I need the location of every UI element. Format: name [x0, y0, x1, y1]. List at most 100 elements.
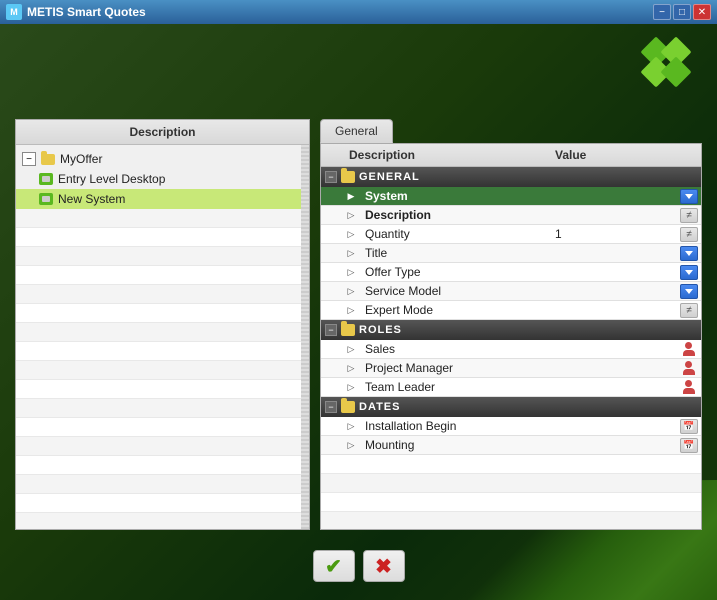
- prop-row-sales[interactable]: ▷ Sales: [321, 340, 701, 359]
- maximize-button[interactable]: □: [673, 4, 691, 20]
- empty-row: [16, 228, 301, 247]
- chevron-icon-system: ▶: [341, 191, 361, 202]
- date-button-installation[interactable]: 📅: [680, 419, 698, 434]
- cancel-button[interactable]: ✖: [363, 550, 405, 582]
- chevron-icon-sales: ▷: [341, 344, 361, 355]
- section-dates: − DATES: [321, 397, 701, 417]
- section-collapse-dates[interactable]: −: [325, 401, 337, 413]
- neq-button-description[interactable]: ≠: [680, 208, 698, 223]
- dropdown-arrow-icon: [685, 194, 693, 199]
- neq-button-quantity[interactable]: ≠: [680, 227, 698, 242]
- prop-row-description[interactable]: ▷ Description ≠: [321, 206, 701, 225]
- dropdown-button-title[interactable]: [680, 246, 698, 261]
- prop-name-offer-type: Offer Type: [361, 265, 547, 279]
- person-icon-tl: [682, 380, 696, 394]
- prop-row-installation-begin[interactable]: ▷ Installation Begin 📅: [321, 417, 701, 436]
- left-panel-header: Description: [16, 120, 309, 145]
- prop-header-row: Description Value: [321, 144, 701, 167]
- prop-action-quantity[interactable]: ≠: [677, 227, 701, 242]
- title-bar: M METIS Smart Quotes − □ ✕: [0, 0, 717, 24]
- right-content: Description Value − GENERAL ▶ System: [320, 143, 702, 530]
- date-button-mounting[interactable]: 📅: [680, 438, 698, 453]
- person-button-project-manager[interactable]: [680, 361, 698, 376]
- app-icon: M: [6, 4, 22, 20]
- empty-row: [321, 474, 701, 493]
- prop-name-quantity: Quantity: [361, 227, 547, 241]
- prop-name-mounting: Mounting: [361, 438, 547, 452]
- empty-row: [16, 513, 301, 529]
- prop-action-sales[interactable]: [677, 342, 701, 357]
- prop-row-quantity[interactable]: ▷ Quantity 1 ≠: [321, 225, 701, 244]
- prop-action-project-manager[interactable]: [677, 361, 701, 376]
- section-collapse-general[interactable]: −: [325, 171, 337, 183]
- tree-item-new-system[interactable]: New System: [16, 189, 301, 209]
- prop-action-service-model[interactable]: [677, 284, 701, 299]
- section-label-dates: DATES: [359, 401, 400, 413]
- app-title: METIS Smart Quotes: [27, 5, 648, 19]
- prop-action-offer-type[interactable]: [677, 265, 701, 280]
- prop-action-installation-begin[interactable]: 📅: [677, 419, 701, 434]
- prop-row-service-model[interactable]: ▷ Service Model: [321, 282, 701, 301]
- dropdown-arrow-icon: [685, 251, 693, 256]
- panel-resize-handle[interactable]: [301, 145, 309, 529]
- prop-row-team-leader[interactable]: ▷ Team Leader: [321, 378, 701, 397]
- tree-item-myoffer[interactable]: − MyOffer: [16, 149, 301, 169]
- prop-name-installation-begin: Installation Begin: [361, 419, 547, 433]
- main-background: Description − MyOffer: [0, 24, 717, 600]
- prop-name-description: Description: [361, 208, 547, 222]
- prop-row-expert-mode[interactable]: ▷ Expert Mode ≠: [321, 301, 701, 320]
- confirm-button[interactable]: ✔: [313, 550, 355, 582]
- prop-name-team-leader: Team Leader: [361, 380, 547, 394]
- folder-icon-myoffer: [40, 152, 56, 166]
- tree-label-myoffer: MyOffer: [60, 152, 102, 166]
- empty-row: [321, 512, 701, 530]
- prop-action-description[interactable]: ≠: [677, 208, 701, 223]
- prop-name-system: System: [361, 189, 547, 203]
- prop-row-title[interactable]: ▷ Title: [321, 244, 701, 263]
- dropdown-button-service-model[interactable]: [680, 284, 698, 299]
- empty-row: [16, 209, 301, 228]
- chevron-icon-expert-mode: ▷: [341, 305, 361, 316]
- dropdown-arrow-icon: [685, 270, 693, 275]
- prop-row-project-manager[interactable]: ▷ Project Manager: [321, 359, 701, 378]
- empty-row: [16, 342, 301, 361]
- chevron-icon-offer-type: ▷: [341, 267, 361, 278]
- dropdown-button-offer-type[interactable]: [680, 265, 698, 280]
- person-icon-pm: [682, 361, 696, 375]
- dropdown-button-system[interactable]: [680, 189, 698, 204]
- section-folder-icon-roles: [341, 324, 355, 336]
- chevron-icon-installation: ▷: [341, 421, 361, 432]
- bottom-bar: ✔ ✖: [0, 550, 717, 582]
- col-header-action: [677, 144, 701, 166]
- check-icon: ✔: [325, 554, 342, 579]
- prop-row-offer-type[interactable]: ▷ Offer Type: [321, 263, 701, 282]
- chevron-icon-quantity: ▷: [341, 229, 361, 240]
- section-general: − GENERAL: [321, 167, 701, 187]
- col-header-value: Value: [547, 144, 677, 166]
- prop-action-expert-mode[interactable]: ≠: [677, 303, 701, 318]
- logo-leaf-br: [660, 56, 691, 87]
- prop-action-team-leader[interactable]: [677, 380, 701, 395]
- left-panel: Description − MyOffer: [15, 119, 310, 530]
- prop-row-system[interactable]: ▶ System: [321, 187, 701, 206]
- empty-row: [16, 456, 301, 475]
- person-button-sales[interactable]: [680, 342, 698, 357]
- prop-action-title[interactable]: [677, 246, 701, 261]
- person-icon-sales: [682, 342, 696, 356]
- chevron-icon-team-leader: ▷: [341, 382, 361, 393]
- tree-area: − MyOffer Entry Level Desktop: [16, 145, 301, 529]
- window-controls: − □ ✕: [653, 4, 711, 20]
- tab-general[interactable]: General: [320, 119, 393, 143]
- prop-action-system[interactable]: [677, 189, 701, 204]
- minimize-button[interactable]: −: [653, 4, 671, 20]
- tree-expand-myoffer[interactable]: −: [22, 152, 36, 166]
- tree-item-entry-level-desktop[interactable]: Entry Level Desktop: [16, 169, 301, 189]
- prop-row-mounting[interactable]: ▷ Mounting 📅: [321, 436, 701, 455]
- close-button[interactable]: ✕: [693, 4, 711, 20]
- empty-row: [16, 475, 301, 494]
- prop-action-mounting[interactable]: 📅: [677, 438, 701, 453]
- section-collapse-roles[interactable]: −: [325, 324, 337, 336]
- person-button-team-leader[interactable]: [680, 380, 698, 395]
- neq-button-expert-mode[interactable]: ≠: [680, 303, 698, 318]
- prop-name-project-manager: Project Manager: [361, 361, 547, 375]
